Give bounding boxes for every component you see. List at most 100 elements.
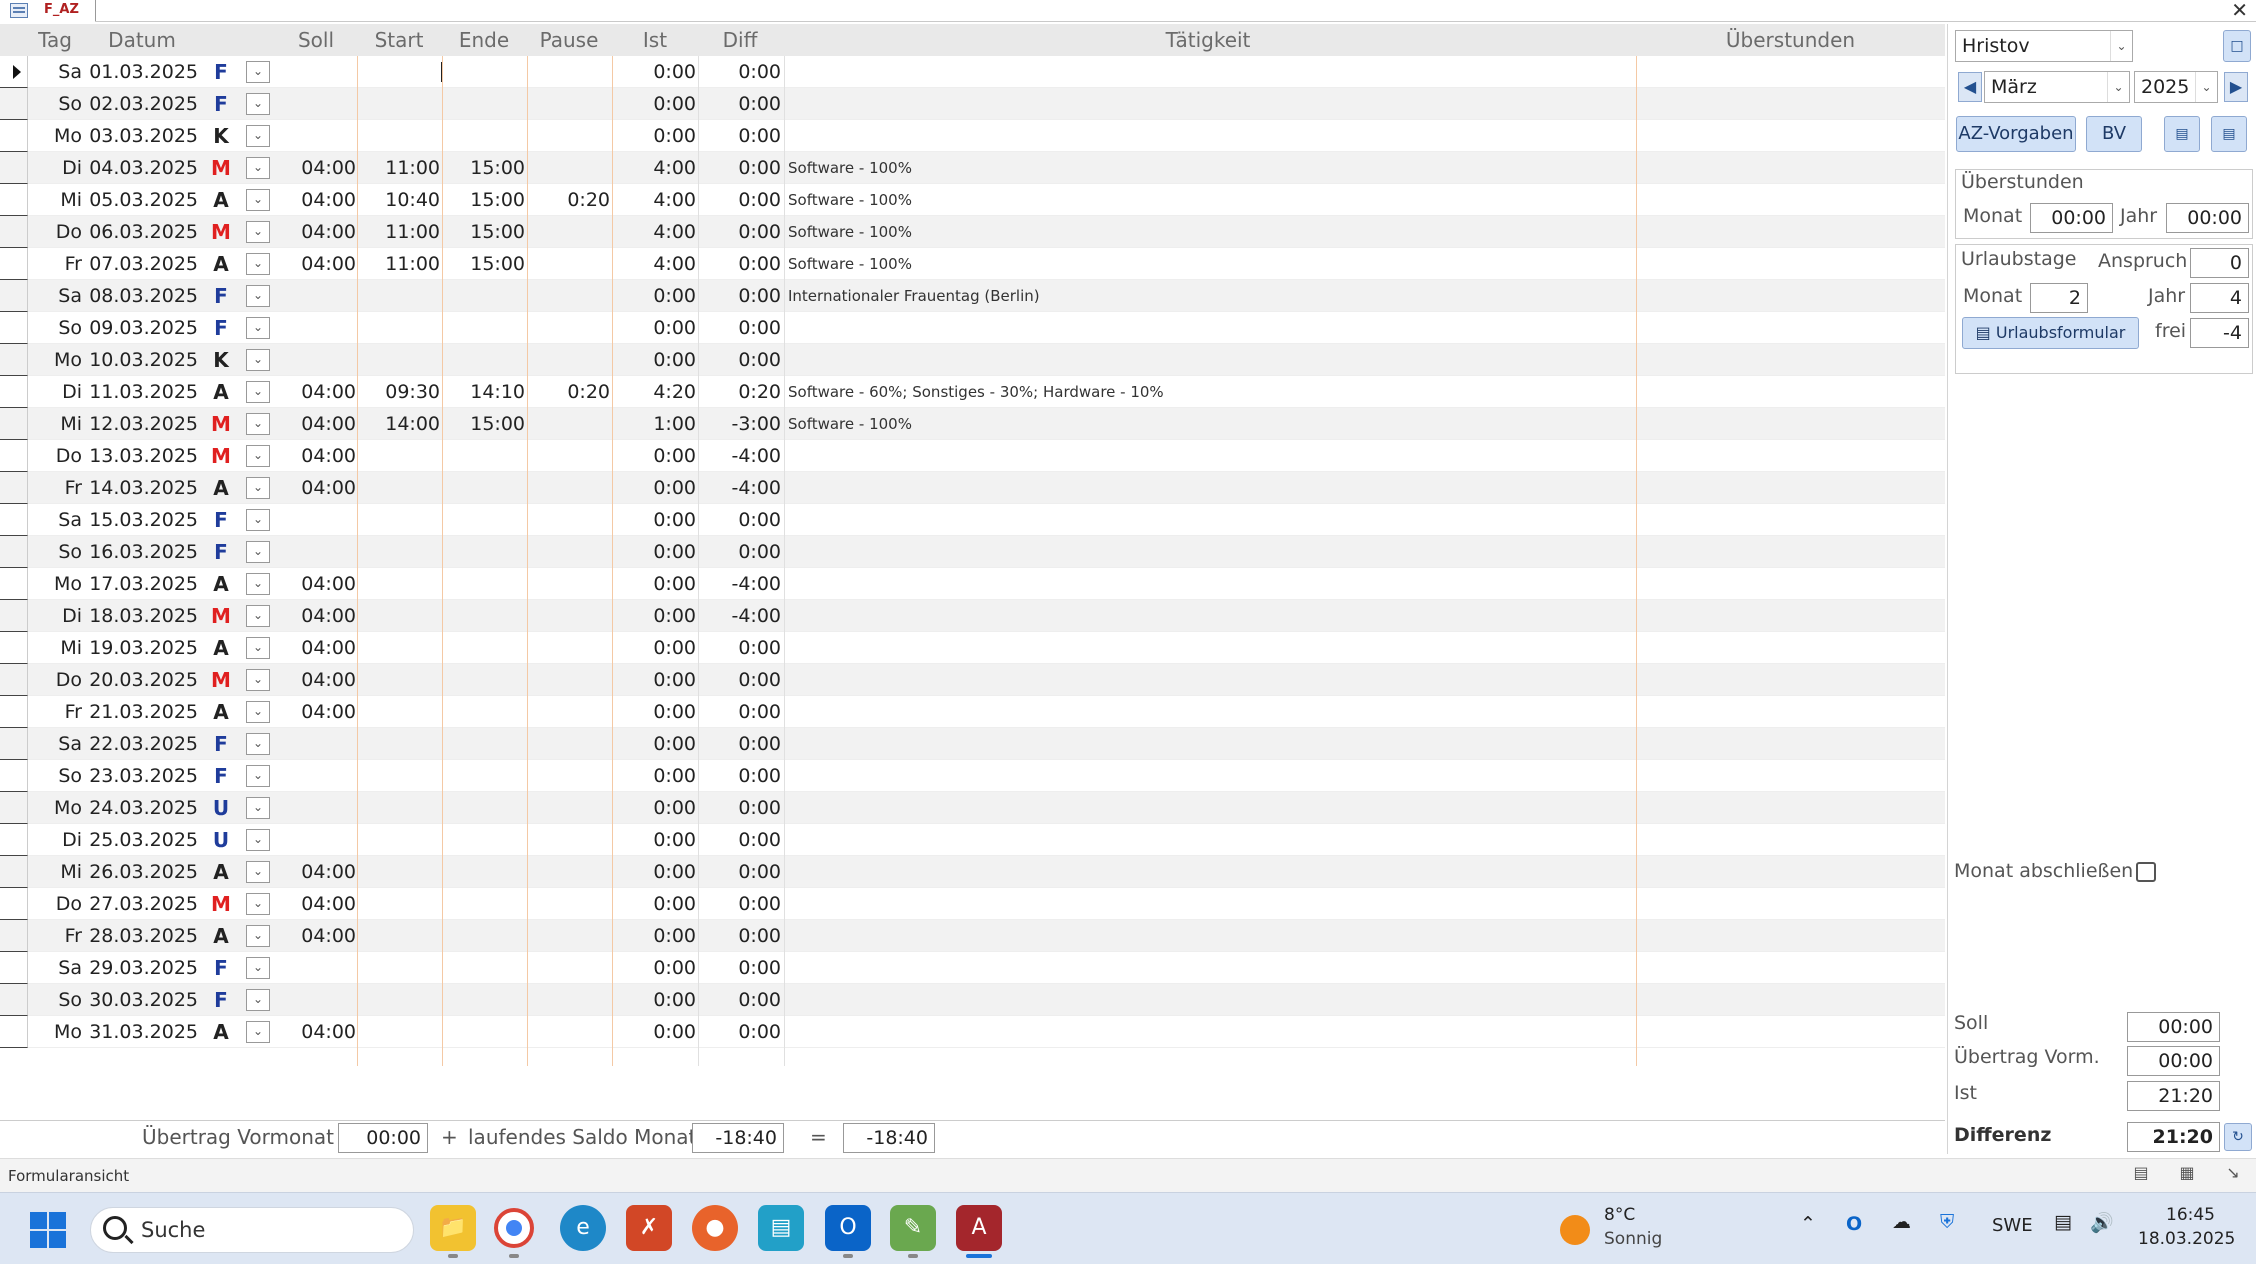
cell-taetigkeit[interactable]: [788, 792, 1628, 824]
cell-ende[interactable]: [443, 632, 525, 664]
chevron-down-icon[interactable]: ⌄: [246, 829, 270, 851]
cell-taetigkeit[interactable]: Software - 100%: [788, 184, 1628, 216]
cell-pause[interactable]: 0:20: [528, 376, 610, 408]
cell-soll[interactable]: [276, 824, 356, 856]
cell-start[interactable]: [358, 280, 440, 312]
cell-taetigkeit[interactable]: [788, 88, 1628, 120]
datasheet-view-icon[interactable]: ▦: [2172, 1163, 2202, 1189]
cell-ende[interactable]: [443, 792, 525, 824]
cell-start[interactable]: 11:00: [358, 152, 440, 184]
outlook-tray-icon[interactable]: O: [1846, 1213, 1862, 1235]
cell-start[interactable]: [358, 312, 440, 344]
cell-pause[interactable]: [528, 440, 610, 472]
cell-start[interactable]: [358, 504, 440, 536]
cell-start[interactable]: 10:40: [358, 184, 440, 216]
record-selector[interactable]: [0, 664, 28, 696]
az-vorgaben-button[interactable]: AZ-Vorgaben: [1956, 116, 2076, 152]
cell-start[interactable]: [358, 984, 440, 1016]
cell-start[interactable]: [358, 696, 440, 728]
cell-ende[interactable]: [443, 280, 525, 312]
chevron-down-icon[interactable]: ⌄: [246, 381, 270, 403]
chevron-down-icon[interactable]: ⌄: [246, 925, 270, 947]
chevron-down-icon[interactable]: ⌄: [246, 893, 270, 915]
cell-taetigkeit[interactable]: [788, 632, 1628, 664]
language-indicator[interactable]: SWE: [1992, 1215, 2033, 1236]
cell-ende[interactable]: [443, 88, 525, 120]
cell-start[interactable]: [358, 664, 440, 696]
cell-ende[interactable]: [443, 120, 525, 152]
record-selector[interactable]: [0, 152, 28, 184]
record-selector[interactable]: [0, 1016, 28, 1048]
record-selector[interactable]: [0, 728, 28, 760]
cell-taetigkeit[interactable]: [788, 344, 1628, 376]
cell-pause[interactable]: [528, 952, 610, 984]
chevron-down-icon[interactable]: ⌄: [246, 349, 270, 371]
cell-taetigkeit[interactable]: [788, 696, 1628, 728]
cell-soll[interactable]: 04:00: [276, 696, 356, 728]
cell-ende[interactable]: [443, 344, 525, 376]
record-selector[interactable]: [0, 792, 28, 824]
cell-soll[interactable]: 04:00: [276, 568, 356, 600]
cell-start[interactable]: [358, 856, 440, 888]
cell-taetigkeit[interactable]: [788, 312, 1628, 344]
cell-ende[interactable]: [443, 760, 525, 792]
form-view-icon[interactable]: ▤: [2126, 1163, 2156, 1189]
cell-start[interactable]: [358, 600, 440, 632]
cell-soll[interactable]: [276, 56, 356, 88]
cell-pause[interactable]: [528, 472, 610, 504]
cell-soll[interactable]: 04:00: [276, 856, 356, 888]
cell-start[interactable]: [358, 632, 440, 664]
chevron-down-icon[interactable]: ⌄: [246, 125, 270, 147]
cell-pause[interactable]: [528, 504, 610, 536]
chevron-down-icon[interactable]: ⌄: [246, 765, 270, 787]
cell-ende[interactable]: [443, 504, 525, 536]
chevron-down-icon[interactable]: ⌄: [246, 989, 270, 1011]
window-icon[interactable]: □: [2223, 30, 2251, 62]
cell-soll[interactable]: 04:00: [276, 248, 356, 280]
cell-pause[interactable]: [528, 856, 610, 888]
chevron-down-icon[interactable]: ⌄: [246, 189, 270, 211]
cell-start[interactable]: 14:00: [358, 408, 440, 440]
record-selector[interactable]: [0, 952, 28, 984]
cell-soll[interactable]: [276, 344, 356, 376]
prev-month-button[interactable]: ◀: [1958, 72, 1982, 102]
cell-ende[interactable]: [443, 664, 525, 696]
cell-pause[interactable]: [528, 344, 610, 376]
cell-pause[interactable]: [528, 1016, 610, 1048]
cell-start[interactable]: [358, 792, 440, 824]
cell-ende[interactable]: [443, 824, 525, 856]
cell-ende[interactable]: 15:00: [443, 152, 525, 184]
cell-soll[interactable]: [276, 984, 356, 1016]
calendar-icon[interactable]: ▤: [2164, 116, 2200, 152]
chevron-down-icon[interactable]: ⌄: [246, 733, 270, 755]
chevron-down-icon[interactable]: ⌄: [246, 509, 270, 531]
cell-soll[interactable]: 04:00: [276, 408, 356, 440]
cell-pause[interactable]: [528, 600, 610, 632]
cell-ende[interactable]: 15:00: [443, 216, 525, 248]
outlook-icon[interactable]: O: [825, 1205, 871, 1251]
month-combo[interactable]: März ⌄: [1984, 71, 2130, 103]
cell-taetigkeit[interactable]: Software - 100%: [788, 248, 1628, 280]
app-icon[interactable]: ▤: [758, 1205, 804, 1251]
cell-taetigkeit[interactable]: [788, 888, 1628, 920]
close-icon[interactable]: ✕: [2231, 0, 2248, 22]
cell-taetigkeit[interactable]: [788, 920, 1628, 952]
cell-soll[interactable]: 04:00: [276, 472, 356, 504]
cell-taetigkeit[interactable]: [788, 472, 1628, 504]
app-icon[interactable]: ✗: [626, 1205, 672, 1251]
chevron-down-icon[interactable]: ⌄: [246, 797, 270, 819]
cell-pause[interactable]: [528, 760, 610, 792]
cell-taetigkeit[interactable]: Software - 100%: [788, 408, 1628, 440]
cell-ende[interactable]: [443, 952, 525, 984]
cell-pause[interactable]: [528, 824, 610, 856]
cell-pause[interactable]: [528, 728, 610, 760]
cell-pause[interactable]: [528, 120, 610, 152]
cell-soll[interactable]: [276, 312, 356, 344]
cell-start[interactable]: [358, 472, 440, 504]
cell-ende[interactable]: [443, 888, 525, 920]
cell-taetigkeit[interactable]: Software - 100%: [788, 152, 1628, 184]
cell-start[interactable]: [358, 1016, 440, 1048]
cell-pause[interactable]: [528, 984, 610, 1016]
cell-pause[interactable]: [528, 216, 610, 248]
chevron-down-icon[interactable]: ⌄: [246, 541, 270, 563]
